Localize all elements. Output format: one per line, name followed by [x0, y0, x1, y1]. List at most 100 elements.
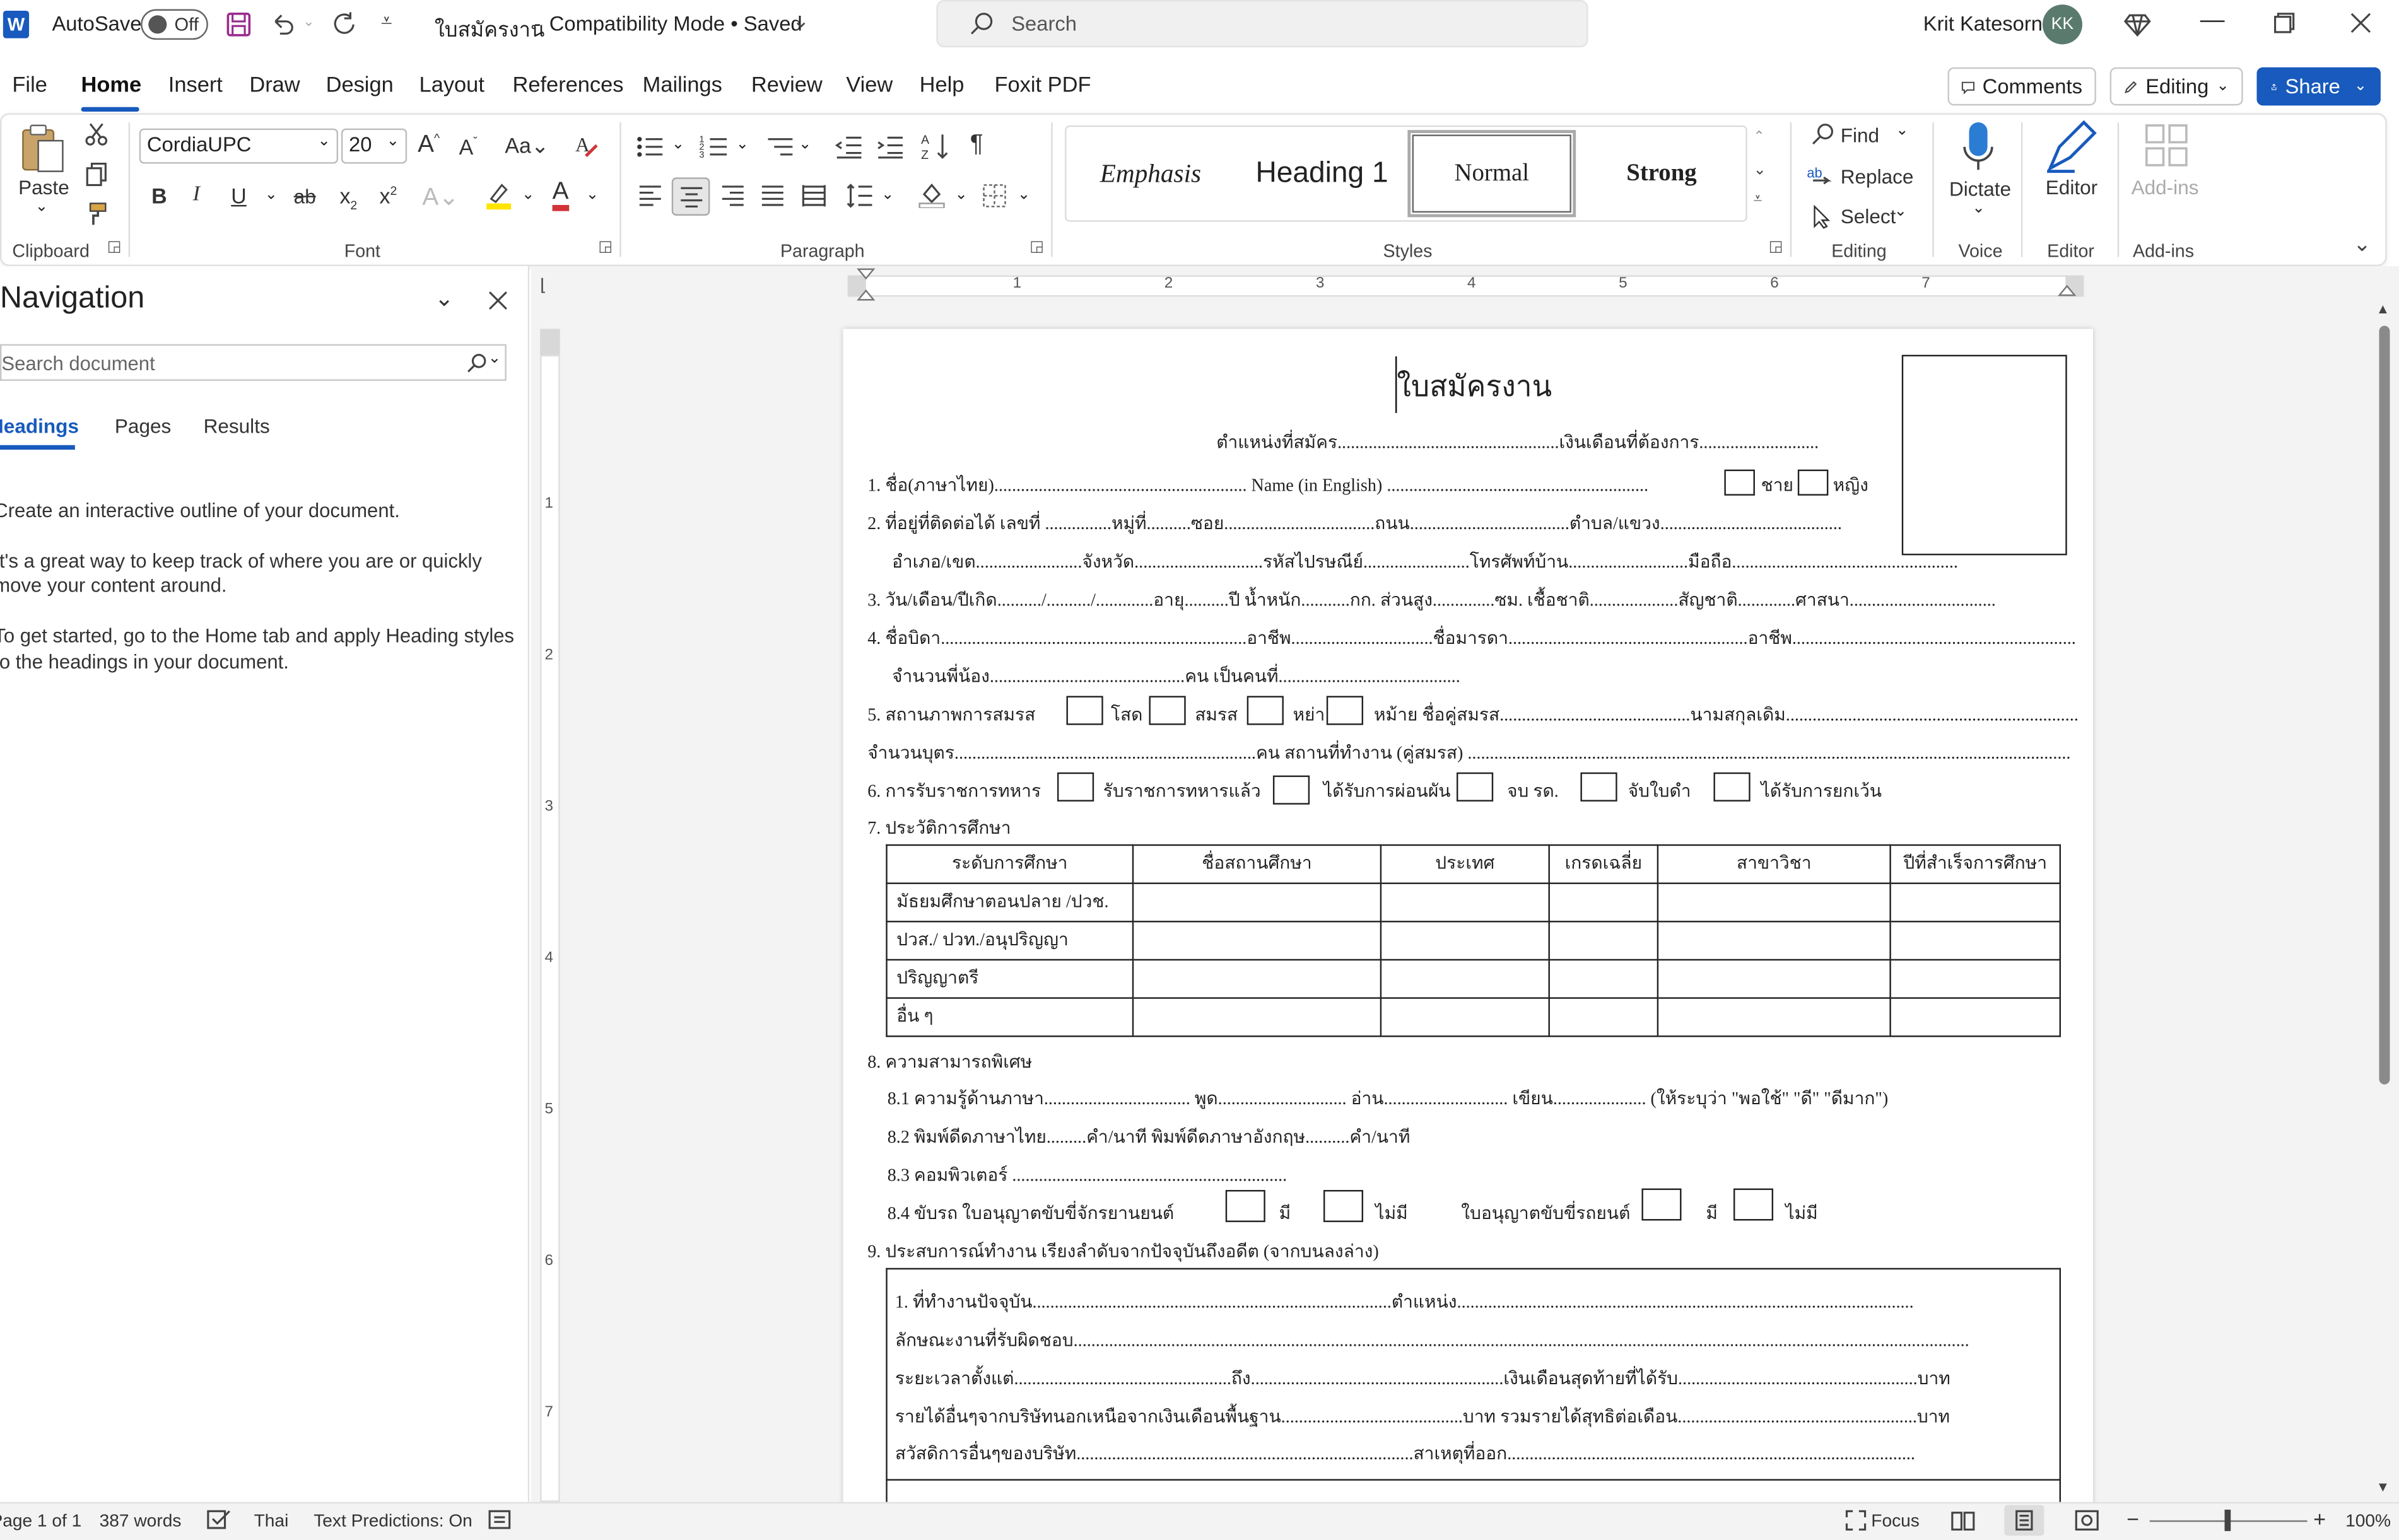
checkbox-married[interactable] [1149, 696, 1186, 725]
navigation-options-icon[interactable]: ⌄ [435, 284, 454, 312]
focus-label[interactable]: Focus [1871, 1511, 1920, 1531]
justify-icon[interactable] [760, 184, 785, 208]
right-indent-marker-icon[interactable] [2058, 278, 2077, 296]
add-ins-icon[interactable] [2144, 122, 2190, 168]
print-layout-button[interactable] [2004, 1505, 2044, 1536]
editor-label[interactable]: Editor [2046, 176, 2097, 199]
replace-label[interactable]: Replace [1841, 165, 1914, 188]
shading-icon[interactable] [918, 180, 946, 208]
clear-formatting-icon[interactable]: A [572, 132, 600, 160]
tab-file[interactable]: File [12, 73, 47, 98]
table-row[interactable]: มัธยมศึกษาตอนปลาย /ปวช. [886, 882, 2062, 923]
search-document-input[interactable]: Search document ⌄ [0, 344, 507, 381]
zoom-level[interactable]: 100% [2345, 1511, 2391, 1531]
text-predictions[interactable]: Text Predictions: On [314, 1511, 472, 1531]
line-spacing-icon[interactable] [846, 182, 874, 210]
sort-icon[interactable]: AZ [921, 132, 952, 163]
save-icon[interactable] [225, 11, 253, 38]
close-window-icon[interactable] [2350, 12, 2371, 33]
checkbox-divorced[interactable] [1246, 696, 1284, 725]
clipboard-launcher-icon[interactable]: ◲ [107, 238, 122, 255]
highlight-chevron-icon[interactable]: ⌄ [522, 187, 534, 204]
show-formatting-icon[interactable]: ¶ [970, 132, 983, 160]
checkbox-car-none[interactable] [1733, 1188, 1774, 1221]
styles-scroll-down-icon[interactable]: ⌄ [1754, 162, 1766, 179]
checkbox-motorcycle-have[interactable] [1225, 1189, 1265, 1222]
scroll-up-icon[interactable]: ▲ [2376, 301, 2390, 317]
text-effects-icon[interactable]: A⌄ [422, 182, 459, 213]
document-title[interactable]: ใบสมัครงาน [435, 12, 545, 45]
checkbox-widowed[interactable] [1326, 696, 1364, 725]
page-count[interactable]: Page 1 of 1 [0, 1511, 81, 1531]
numbering-icon[interactable]: 123 [699, 133, 730, 161]
minimize-icon[interactable]: — [2200, 8, 2225, 35]
font-color-chevron-icon[interactable]: ⌄ [586, 187, 599, 204]
editor-icon[interactable] [2044, 119, 2099, 174]
zoom-in-icon[interactable]: + [2313, 1507, 2326, 1531]
highlight-icon[interactable] [483, 180, 514, 211]
search-icon[interactable] [465, 352, 488, 375]
superscript-icon[interactable]: x2 [379, 184, 397, 208]
autosave-toggle[interactable]: Off [141, 9, 208, 40]
tab-view[interactable]: View [846, 73, 893, 98]
title-chevron-down-icon[interactable]: ⌄ [792, 9, 809, 34]
checkbox-male[interactable] [1724, 469, 1755, 496]
shading-chevron-icon[interactable]: ⌄ [954, 187, 967, 204]
find-chevron-icon[interactable]: ⌄ [1896, 122, 1908, 139]
line-spacing-chevron-icon[interactable]: ⌄ [881, 187, 894, 204]
scrollbar-thumb[interactable] [2379, 325, 2390, 1085]
scroll-down-icon[interactable]: ▼ [2376, 1479, 2390, 1494]
tab-selector-icon[interactable]: ⌊ [540, 276, 546, 295]
read-mode-icon[interactable] [1950, 1510, 1975, 1531]
increase-indent-icon[interactable] [875, 133, 906, 161]
microphone-icon[interactable] [1960, 119, 1997, 174]
font-size-select[interactable]: 20 ⌄ [341, 128, 408, 164]
checkbox-military-deferred[interactable] [1272, 775, 1310, 805]
restore-icon[interactable] [2273, 12, 2295, 33]
tab-home[interactable]: Home [81, 73, 142, 98]
share-button[interactable]: Share ⌄ [2256, 67, 2381, 106]
grow-font-icon[interactable]: A^ [418, 132, 440, 160]
customize-qat-icon[interactable]: ⩡ [381, 9, 392, 34]
avatar[interactable]: KK [2042, 4, 2082, 45]
redo-icon[interactable] [329, 9, 360, 40]
bullets-chevron-icon[interactable]: ⌄ [672, 136, 684, 153]
copy-icon[interactable] [84, 162, 109, 187]
ribbon-collapse-icon[interactable]: ⌄ [2353, 231, 2371, 257]
nav-tab-pages[interactable]: Pages [115, 414, 171, 437]
tab-layout[interactable]: Layout [419, 73, 484, 98]
language[interactable]: Thai [254, 1511, 289, 1531]
undo-icon[interactable] [269, 11, 297, 38]
checkbox-motorcycle-none[interactable] [1323, 1189, 1364, 1222]
style-normal[interactable]: Normal [1407, 130, 1576, 218]
add-ins-label[interactable]: Add-ins [2132, 176, 2199, 199]
checkbox-military-black[interactable] [1580, 772, 1617, 802]
dictate-chevron-icon[interactable]: ⌄ [1972, 201, 1985, 218]
styles-launcher-icon[interactable]: ◲ [1769, 238, 1783, 255]
tab-insert[interactable]: Insert [168, 73, 223, 98]
replace-icon[interactable]: ab [1807, 164, 1834, 189]
select-label[interactable]: Select [1841, 205, 1896, 228]
focus-icon[interactable] [1845, 1510, 1867, 1531]
tab-draw[interactable]: Draw [249, 73, 300, 98]
style-strong[interactable]: Strong [1580, 130, 1742, 217]
checkbox-single[interactable] [1066, 696, 1103, 725]
tab-help[interactable]: Help [920, 73, 965, 98]
undo-dropdown-icon[interactable]: ⌄ [303, 14, 314, 31]
underline-icon[interactable]: U [231, 184, 247, 208]
indent-marker-icon[interactable] [857, 267, 876, 301]
tab-design[interactable]: Design [326, 73, 394, 98]
nav-tab-results[interactable]: Results [204, 414, 270, 437]
tab-mailings[interactable]: Mailings [643, 73, 722, 98]
borders-chevron-icon[interactable]: ⌄ [1018, 187, 1030, 204]
find-label[interactable]: Find [1841, 124, 1879, 146]
font-name-select[interactable]: CordiaUPC ⌄ [139, 128, 339, 164]
comments-button[interactable]: Comments [1947, 67, 2096, 106]
word-count[interactable]: 387 words [100, 1511, 182, 1531]
bullets-icon[interactable] [635, 133, 666, 161]
strikethrough-icon[interactable]: ab [294, 185, 316, 207]
style-emphasis[interactable]: Emphasis [1071, 130, 1230, 217]
underline-chevron-icon[interactable]: ⌄ [265, 187, 278, 204]
numbering-chevron-icon[interactable]: ⌄ [736, 136, 749, 153]
tab-references[interactable]: References [513, 73, 624, 98]
